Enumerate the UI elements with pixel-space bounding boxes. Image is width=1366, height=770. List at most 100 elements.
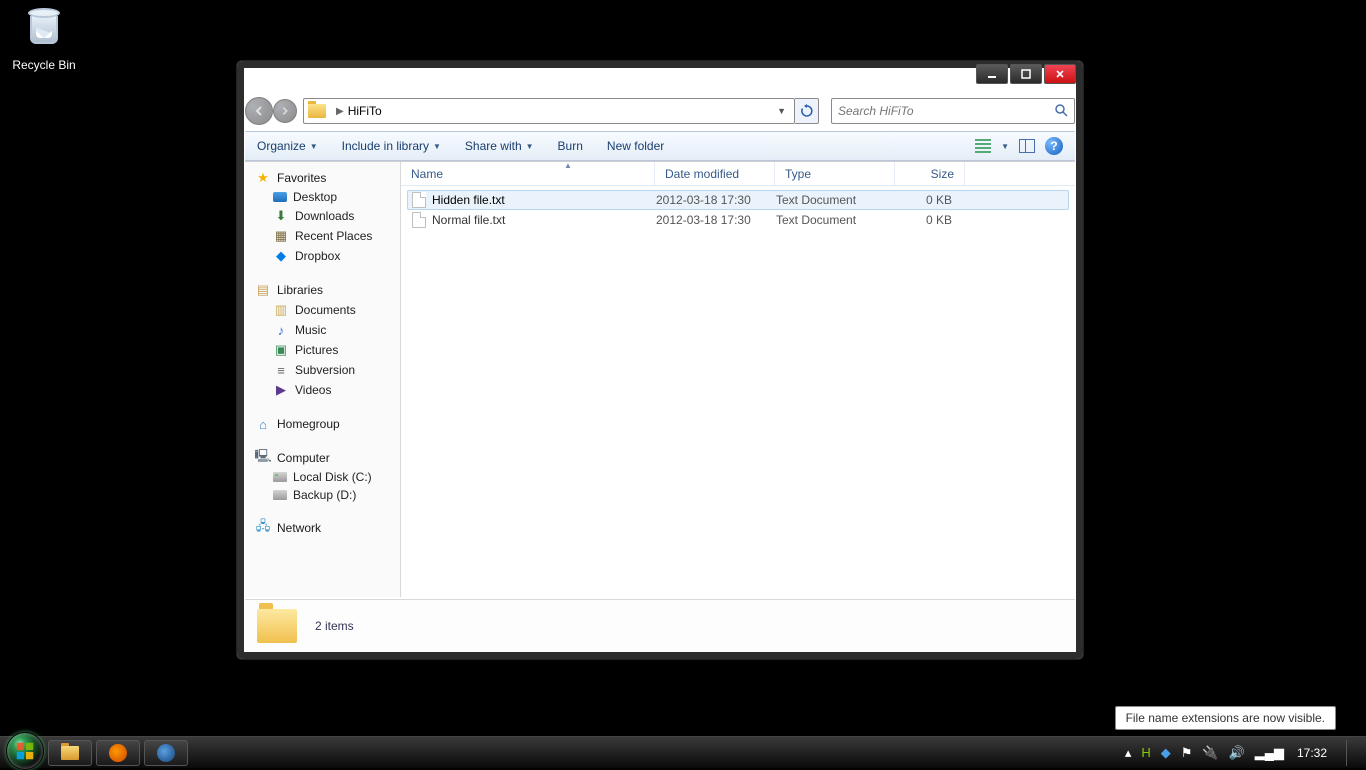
file-date: 2012-03-18 17:30 bbox=[656, 213, 776, 227]
navigation-bar: ▶ HiFiTo ▼ bbox=[245, 91, 1075, 131]
refresh-button[interactable] bbox=[795, 98, 819, 124]
file-date: 2012-03-18 17:30 bbox=[656, 193, 776, 207]
dropdown-icon: ▼ bbox=[310, 142, 318, 151]
sidebar-item-downloads[interactable]: ⬇Downloads bbox=[245, 206, 400, 226]
sidebar-item-dropbox[interactable]: ◆Dropbox bbox=[245, 246, 400, 266]
back-button[interactable] bbox=[245, 97, 273, 125]
computer-label: Computer bbox=[277, 451, 330, 465]
close-button[interactable] bbox=[1044, 64, 1076, 84]
computer-icon: 🖳 bbox=[255, 450, 271, 466]
include-in-library-menu[interactable]: Include in library▼ bbox=[342, 139, 441, 153]
explorer-window: ▶ HiFiTo ▼ Organize ▼ Include in library▼… bbox=[236, 60, 1084, 660]
show-desktop-button[interactable] bbox=[1346, 740, 1356, 766]
drive-icon bbox=[273, 472, 287, 482]
column-header-name[interactable]: Name ▲ bbox=[401, 162, 655, 185]
start-button[interactable] bbox=[6, 732, 44, 770]
search-box[interactable] bbox=[831, 98, 1075, 124]
thunderbird-icon bbox=[157, 744, 175, 762]
tray-clock[interactable]: 17:32 bbox=[1294, 746, 1330, 760]
favorites-label: Favorites bbox=[277, 171, 326, 185]
help-button[interactable]: ? bbox=[1045, 137, 1063, 155]
sidebar-libraries-header[interactable]: ▤ Libraries bbox=[245, 280, 400, 300]
sidebar-item-backup-d[interactable]: Backup (D:) bbox=[245, 486, 400, 504]
tray-hifito-icon[interactable]: H bbox=[1141, 745, 1150, 760]
burn-label: Burn bbox=[558, 139, 583, 153]
explorer-body: ★ Favorites Desktop ⬇Downloads ▦Recent Pl… bbox=[245, 161, 1075, 597]
tray-tooltip: File name extensions are now visible. bbox=[1115, 706, 1336, 730]
sidebar-item-recent-places[interactable]: ▦Recent Places bbox=[245, 226, 400, 246]
sidebar-computer-header[interactable]: 🖳 Computer bbox=[245, 448, 400, 468]
sidebar-item-label: Music bbox=[295, 323, 326, 337]
drive-icon bbox=[273, 490, 287, 500]
file-size: 0 KB bbox=[896, 213, 966, 227]
sidebar-item-music[interactable]: ♪ Music bbox=[245, 320, 400, 340]
text-file-icon bbox=[412, 192, 426, 208]
homegroup-icon: ⌂ bbox=[255, 416, 271, 432]
organize-label: Organize bbox=[257, 139, 306, 153]
share-label: Share with bbox=[465, 139, 522, 153]
sidebar-item-local-disk-c[interactable]: Local Disk (C:) bbox=[245, 468, 400, 486]
address-bar[interactable]: ▶ HiFiTo ▼ bbox=[303, 98, 795, 124]
desktop-icon-recycle-bin[interactable]: Recycle Bin bbox=[12, 8, 76, 72]
column-header-date[interactable]: Date modified bbox=[655, 162, 775, 185]
file-row[interactable]: Hidden file.txt2012-03-18 17:30Text Docu… bbox=[407, 190, 1069, 210]
sidebar-item-label: Dropbox bbox=[295, 249, 340, 263]
music-icon: ♪ bbox=[273, 322, 289, 338]
tray-action-center-icon[interactable]: ⚑ bbox=[1181, 745, 1193, 761]
tray-show-hidden-icon[interactable]: ▴ bbox=[1125, 745, 1132, 761]
file-size: 0 KB bbox=[896, 193, 966, 207]
newfolder-label: New folder bbox=[607, 139, 664, 153]
preview-pane-button[interactable] bbox=[1019, 139, 1035, 153]
tray-dropbox-icon[interactable]: ◆ bbox=[1161, 745, 1171, 761]
dropdown-icon: ▼ bbox=[526, 142, 534, 151]
tray-volume-icon[interactable]: 🔊 bbox=[1229, 745, 1245, 761]
column-header-size[interactable]: Size bbox=[895, 162, 965, 185]
sidebar-item-documents[interactable]: ▥ Documents bbox=[245, 300, 400, 320]
share-with-menu[interactable]: Share with ▼ bbox=[465, 139, 534, 153]
organize-menu[interactable]: Organize ▼ bbox=[257, 139, 318, 153]
sidebar-item-desktop[interactable]: Desktop bbox=[245, 188, 400, 206]
sidebar-item-videos[interactable]: ▶Videos bbox=[245, 380, 400, 400]
new-folder-button[interactable]: New folder bbox=[607, 139, 664, 153]
sidebar-item-pictures[interactable]: ▣Pictures bbox=[245, 340, 400, 360]
sidebar-item-label: Documents bbox=[295, 303, 356, 317]
search-icon bbox=[1054, 103, 1068, 120]
column-headers: Name ▲ Date modified Type Size bbox=[401, 162, 1075, 186]
burn-button[interactable]: Burn bbox=[558, 139, 583, 153]
details-pane: 2 items bbox=[245, 599, 1075, 651]
taskbar-explorer-button[interactable] bbox=[48, 740, 92, 766]
tray-network-icon[interactable]: ▂▄▆ bbox=[1255, 745, 1284, 761]
address-dropdown-icon[interactable]: ▼ bbox=[773, 106, 790, 116]
folder-icon bbox=[308, 104, 326, 118]
documents-icon: ▥ bbox=[273, 302, 289, 318]
sidebar-network-header[interactable]: 🖧Network bbox=[245, 518, 400, 538]
item-count: 2 items bbox=[315, 619, 354, 633]
sidebar-item-label: Downloads bbox=[295, 209, 354, 223]
tray-power-icon[interactable]: 🔌 bbox=[1202, 745, 1218, 761]
taskbar-firefox-button[interactable] bbox=[96, 740, 140, 766]
view-dropdown-icon[interactable]: ▼ bbox=[1001, 142, 1009, 151]
column-header-type[interactable]: Type bbox=[775, 162, 895, 185]
view-options-icon[interactable] bbox=[975, 139, 991, 153]
sidebar-item-label: Recent Places bbox=[295, 229, 372, 243]
sidebar-favorites-header[interactable]: ★ Favorites bbox=[245, 168, 400, 188]
file-name: Hidden file.txt bbox=[432, 193, 505, 207]
libraries-label: Libraries bbox=[277, 283, 323, 297]
sidebar-homegroup-header[interactable]: ⌂Homegroup bbox=[245, 414, 400, 434]
sidebar-item-subversion[interactable]: ≡Subversion bbox=[245, 360, 400, 380]
star-icon: ★ bbox=[255, 170, 271, 186]
sidebar-item-label: Local Disk (C:) bbox=[293, 470, 372, 484]
minimize-button[interactable] bbox=[976, 64, 1008, 84]
libraries-icon: ▤ bbox=[255, 282, 271, 298]
taskbar-thunderbird-button[interactable] bbox=[144, 740, 188, 766]
search-input[interactable] bbox=[838, 104, 1054, 118]
navigation-pane: ★ Favorites Desktop ⬇Downloads ▦Recent Pl… bbox=[245, 162, 401, 597]
file-row[interactable]: Normal file.txt2012-03-18 17:30Text Docu… bbox=[407, 210, 1069, 230]
text-file-icon bbox=[412, 212, 426, 228]
address-path: HiFiTo bbox=[348, 104, 382, 118]
maximize-button[interactable] bbox=[1010, 64, 1042, 84]
system-tray: ▴ H ◆ ⚑ 🔌 🔊 ▂▄▆ 17:32 bbox=[1125, 740, 1360, 766]
forward-button[interactable] bbox=[273, 99, 297, 123]
sidebar-item-label: Backup (D:) bbox=[293, 488, 356, 502]
explorer-icon bbox=[61, 746, 79, 760]
